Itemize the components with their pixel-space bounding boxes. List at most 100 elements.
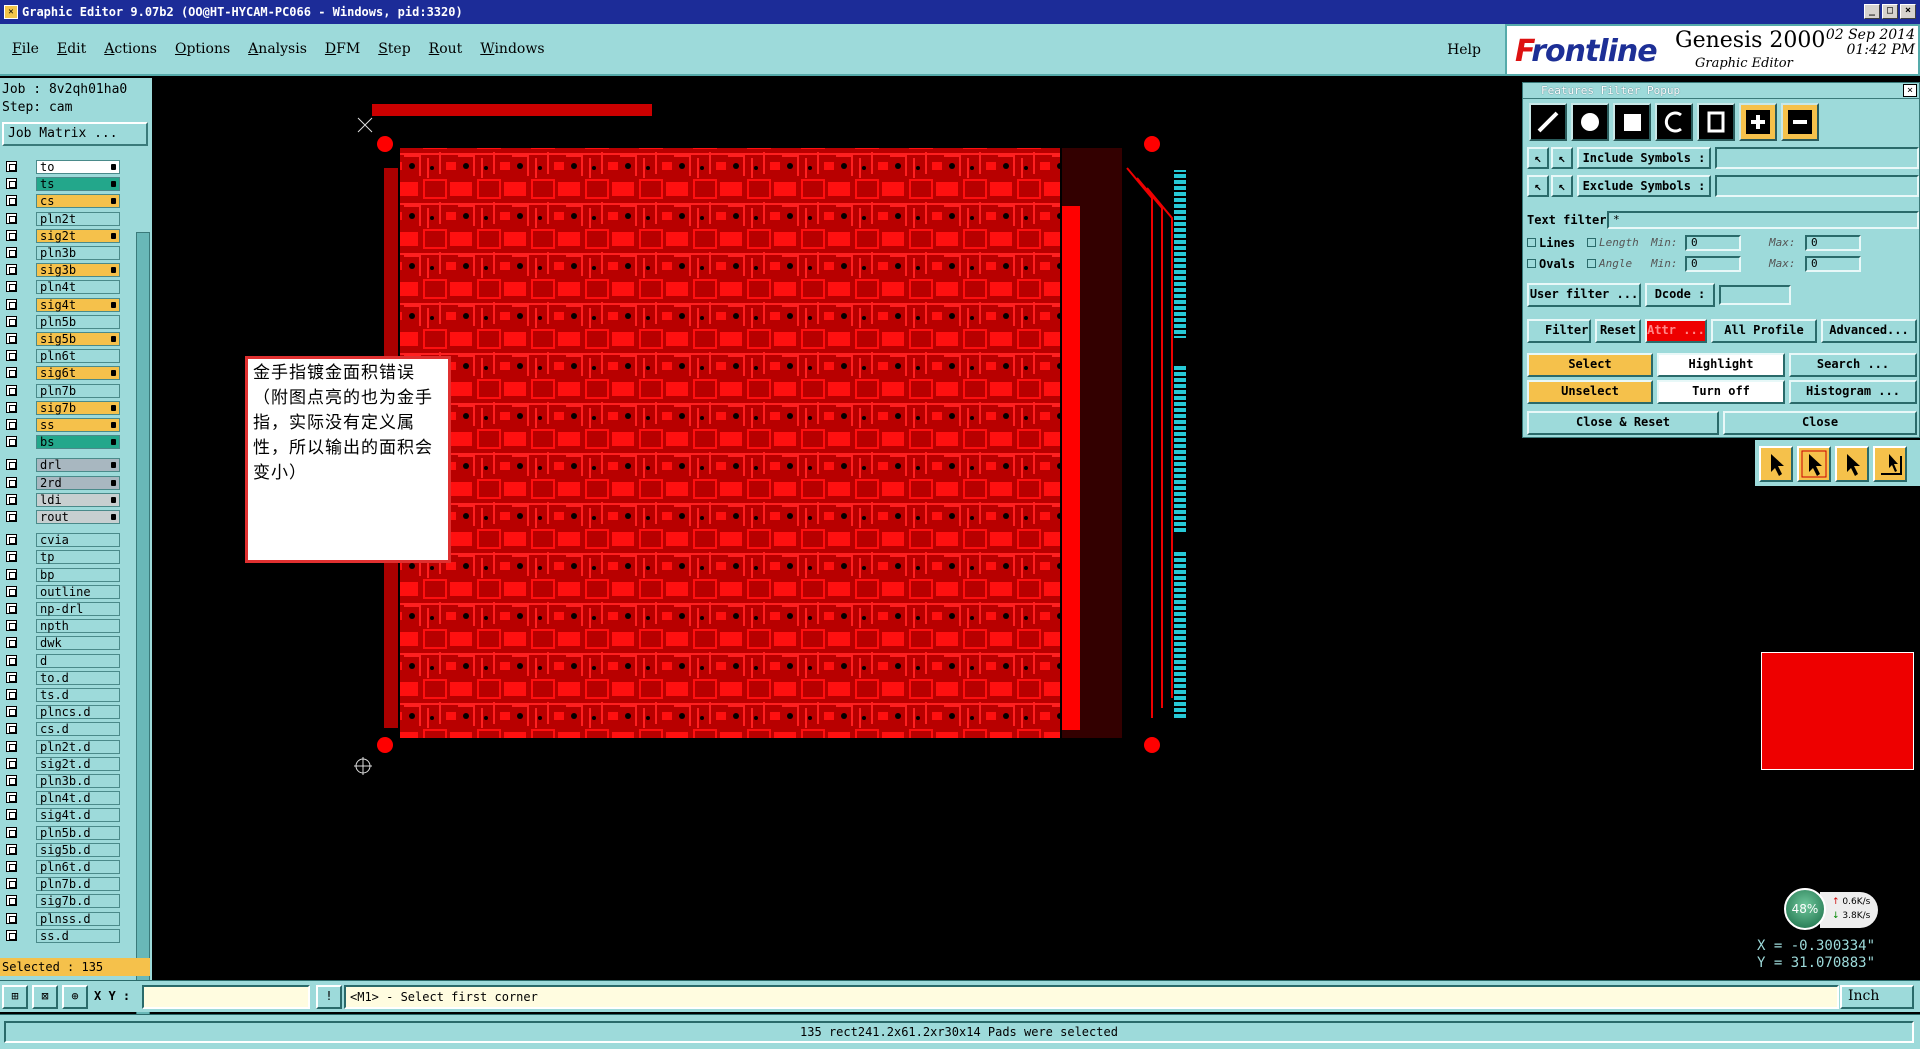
layer-row-pln5b-d[interactable]: pln5b.d — [2, 825, 120, 840]
layer-name[interactable]: pln3b — [36, 246, 120, 260]
layer-name[interactable]: sig4t — [36, 297, 120, 312]
layer-name[interactable]: drl — [36, 458, 120, 473]
layer-name[interactable]: bs — [36, 435, 120, 450]
layer-row-sig3b[interactable]: sig3b — [2, 263, 120, 278]
layer-name[interactable]: pln2t.d — [36, 739, 120, 754]
popup-close-icon[interactable]: × — [1903, 84, 1917, 97]
layer-checkbox[interactable] — [6, 723, 17, 735]
layer-name[interactable]: ss.d — [36, 928, 120, 943]
layer-row-bs[interactable]: bs — [2, 435, 120, 450]
layer-name[interactable]: plncs.d — [36, 705, 120, 720]
layer-scrollbar[interactable] — [136, 232, 150, 1022]
menu-actions[interactable]: Actions — [104, 41, 157, 57]
maximize-button[interactable]: □ — [1882, 4, 1898, 19]
layer-row-np-drl[interactable]: np-drl — [2, 602, 120, 616]
close-window-button[interactable]: × — [1900, 4, 1916, 19]
layer-row-sig4t-d[interactable]: sig4t.d — [2, 808, 120, 823]
snap-icon[interactable]: ⊞ — [2, 985, 28, 1009]
lines-max-input[interactable]: 0 — [1805, 235, 1861, 251]
layer-row-ts-d[interactable]: ts.d — [2, 688, 120, 702]
lines-checkbox[interactable] — [1527, 238, 1536, 247]
layer-name[interactable]: pln5b.d — [36, 825, 120, 840]
info-icon[interactable]: ! — [316, 985, 342, 1009]
layer-name[interactable]: sig3b — [36, 263, 120, 278]
ovals-checkbox[interactable] — [1527, 259, 1536, 268]
layer-checkbox[interactable] — [6, 792, 17, 804]
layer-checkbox[interactable] — [6, 809, 17, 821]
layer-checkbox[interactable] — [6, 534, 17, 546]
layer-checkbox[interactable] — [6, 912, 17, 924]
layer-row-bp[interactable]: bp — [2, 567, 120, 582]
layer-checkbox[interactable] — [6, 706, 17, 718]
reset-button[interactable]: Reset — [1595, 319, 1641, 343]
layer-checkbox[interactable] — [6, 654, 17, 666]
layer-checkbox[interactable] — [6, 585, 17, 597]
layer-row-pln7b[interactable]: pln7b — [2, 383, 120, 398]
layer-row-sig7b[interactable]: sig7b — [2, 400, 120, 415]
layer-row-ss[interactable]: ss — [2, 418, 120, 432]
text-tool-icon[interactable] — [1697, 103, 1735, 141]
close-reset-button[interactable]: Close & Reset — [1527, 411, 1719, 435]
layer-row-pln3b-d[interactable]: pln3b.d — [2, 774, 120, 788]
layer-name[interactable]: cs — [36, 194, 120, 209]
layer-checkbox[interactable] — [6, 568, 17, 580]
layer-name[interactable]: pln4t — [36, 280, 120, 295]
layer-checkbox[interactable] — [6, 689, 17, 700]
layer-name[interactable]: dwk — [36, 636, 120, 651]
layer-checkbox[interactable] — [6, 826, 17, 838]
layer-name[interactable]: sig6t — [36, 366, 120, 381]
include-symbols-input[interactable] — [1715, 147, 1919, 169]
layer-checkbox[interactable] — [6, 476, 17, 488]
layer-row-dwk[interactable]: dwk — [2, 636, 120, 651]
layer-checkbox[interactable] — [6, 419, 17, 430]
layer-row-pln4t[interactable]: pln4t — [2, 280, 120, 295]
units-dropdown[interactable]: Inch — [1840, 985, 1914, 1009]
layer-checkbox[interactable] — [6, 757, 17, 769]
layer-checkbox[interactable] — [6, 551, 17, 563]
layer-row-2rd[interactable]: 2rd — [2, 475, 120, 490]
layer-name[interactable]: sig7b — [36, 400, 120, 415]
layer-checkbox[interactable] — [6, 178, 17, 190]
exclude-edit-icon[interactable]: ↖ — [1551, 175, 1573, 197]
turn-off-button[interactable]: Turn off — [1657, 380, 1785, 404]
layer-checkbox[interactable] — [6, 161, 17, 172]
layer-row-npth[interactable]: npth — [2, 619, 120, 634]
layer-name[interactable]: pln3b.d — [36, 774, 120, 788]
crosshair-icon[interactable]: ⊕ — [62, 985, 88, 1009]
layer-checkbox[interactable] — [6, 861, 17, 872]
layer-row-to[interactable]: to — [2, 160, 120, 174]
user-filter-button[interactable]: User filter ... — [1527, 283, 1641, 307]
layer-checkbox[interactable] — [6, 436, 17, 448]
layer-checkbox[interactable] — [6, 895, 17, 907]
layer-checkbox[interactable] — [6, 229, 17, 241]
layer-row-sig7b-d[interactable]: sig7b.d — [2, 894, 120, 909]
layer-row-outline[interactable]: outline — [2, 584, 120, 599]
layer-name[interactable]: ss — [36, 418, 120, 432]
layer-checkbox[interactable] — [6, 298, 17, 310]
layer-row-tp[interactable]: tp — [2, 550, 120, 565]
select-cursor-icon[interactable] — [1797, 446, 1831, 482]
layer-checkbox[interactable] — [6, 843, 17, 855]
layer-name[interactable]: pln7b.d — [36, 877, 120, 892]
layer-name[interactable]: rout — [36, 510, 120, 524]
layer-name[interactable]: pln4t.d — [36, 791, 120, 806]
layer-row-ts[interactable]: ts — [2, 177, 120, 192]
layer-name[interactable]: pln7b — [36, 383, 120, 398]
include-edit-icon[interactable]: ↖ — [1551, 147, 1573, 169]
layer-row-d[interactable]: d — [2, 653, 120, 668]
layer-row-pln5b[interactable]: pln5b — [2, 314, 120, 329]
layer-checkbox[interactable] — [6, 195, 17, 207]
pad-tool-icon[interactable] — [1571, 103, 1609, 141]
layer-checkbox[interactable] — [6, 878, 17, 890]
include-pick-icon[interactable]: ↖ — [1527, 147, 1549, 169]
layer-name[interactable]: sig5b — [36, 332, 120, 346]
dcode-input[interactable] — [1719, 285, 1791, 305]
layer-row-ss-d[interactable]: ss.d — [2, 928, 120, 943]
layer-checkbox[interactable] — [6, 511, 17, 522]
layer-checkbox[interactable] — [6, 350, 17, 362]
positive-polarity-icon[interactable] — [1739, 103, 1777, 141]
menu-step[interactable]: Step — [378, 41, 410, 57]
layer-row-plnss-d[interactable]: plnss.d — [2, 911, 120, 926]
include-symbols-button[interactable]: Include Symbols : — [1577, 147, 1711, 169]
layer-row-cvia[interactable]: cvia — [2, 533, 120, 548]
